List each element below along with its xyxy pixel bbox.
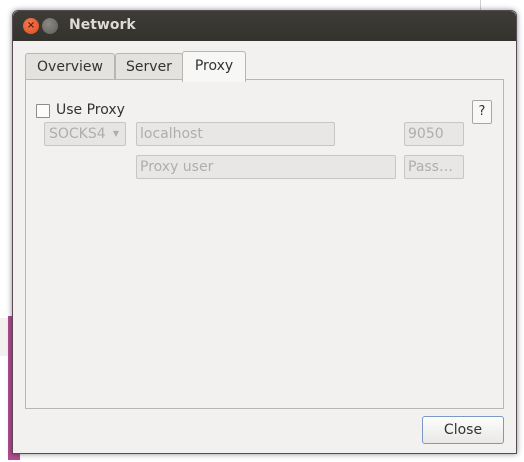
proxy-type-value: SOCKS4 xyxy=(49,126,106,142)
proxy-password-field[interactable]: Pass… xyxy=(404,155,464,179)
use-proxy-checkbox[interactable] xyxy=(36,104,50,118)
window-title: Network xyxy=(69,17,136,33)
proxy-user-field[interactable]: Proxy user xyxy=(136,155,396,179)
minimize-icon[interactable] xyxy=(42,18,58,34)
proxy-type-select[interactable]: SOCKS4 ▼ xyxy=(44,122,126,146)
network-dialog: × Network Overview Server Proxy Use Prox… xyxy=(12,10,517,454)
close-button[interactable]: Close xyxy=(422,416,504,444)
tab-overview[interactable]: Overview xyxy=(25,53,115,80)
chevron-down-icon: ▼ xyxy=(112,129,119,138)
proxy-port-field[interactable]: 9050 xyxy=(404,122,464,146)
close-icon[interactable]: × xyxy=(23,18,39,34)
proxy-host-field[interactable]: localhost xyxy=(136,122,335,146)
tab-server[interactable]: Server xyxy=(115,53,183,80)
use-proxy-label[interactable]: Use Proxy xyxy=(56,102,125,118)
tab-proxy[interactable]: Proxy xyxy=(182,51,246,82)
title-bar[interactable]: × Network xyxy=(13,11,516,41)
help-button[interactable]: ? xyxy=(472,100,492,124)
proxy-panel: Use Proxy ? SOCKS4 ▼ localhost 9050 Prox… xyxy=(25,79,504,409)
